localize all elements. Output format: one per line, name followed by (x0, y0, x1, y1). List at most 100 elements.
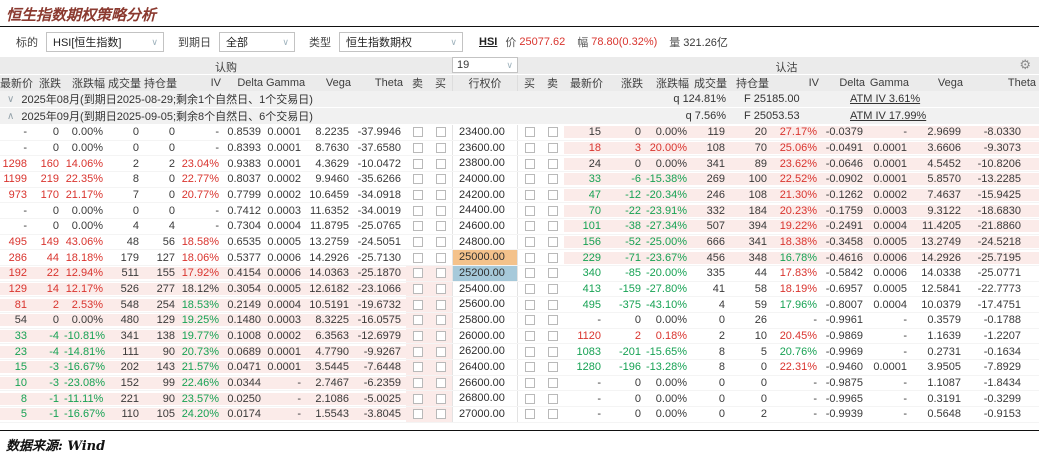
group-atm-iv-link[interactable]: ATM IV 3.61% (850, 93, 920, 105)
sell-checkbox[interactable] (547, 346, 558, 357)
buy-checkbox[interactable] (524, 221, 535, 232)
buy-checkbox[interactable] (435, 158, 446, 169)
buy-checkbox[interactable] (524, 315, 535, 326)
strike-cell[interactable]: 26600.00 (452, 375, 518, 391)
buy-checkbox[interactable] (435, 315, 446, 326)
buy-checkbox[interactable] (524, 362, 535, 373)
strike-cell[interactable]: 26800.00 (452, 391, 518, 407)
buy-checkbox[interactable] (524, 174, 535, 185)
strike-cell[interactable]: 26000.00 (452, 328, 518, 344)
expiry-group-row-sep[interactable]: ∧ 2025年09月(到期日2025-09-05;剩余8个自然日、6个交易日) … (0, 108, 1039, 125)
strike-cell[interactable]: 24600.00 (452, 219, 518, 234)
buy-checkbox[interactable] (435, 299, 446, 310)
buy-checkbox[interactable] (524, 158, 535, 169)
buy-checkbox[interactable] (435, 205, 446, 216)
buy-checkbox[interactable] (435, 284, 446, 295)
strike-cell[interactable]: 25400.00 (452, 281, 518, 297)
buy-checkbox[interactable] (435, 221, 446, 232)
buy-checkbox[interactable] (435, 190, 446, 201)
underlying-select[interactable]: HSI[恒生指数] ∨ (46, 32, 164, 52)
sell-checkbox[interactable] (412, 299, 423, 310)
sell-checkbox[interactable] (412, 362, 423, 373)
sell-checkbox[interactable] (412, 237, 423, 248)
sell-checkbox[interactable] (412, 284, 423, 295)
strike-cell[interactable]: 26400.00 (452, 360, 518, 375)
expiry-select[interactable]: 全部 ∨ (219, 32, 295, 52)
strike-cell[interactable]: 25200.00 (452, 266, 518, 281)
sell-checkbox[interactable] (547, 284, 558, 295)
sell-checkbox[interactable] (412, 252, 423, 263)
sell-checkbox[interactable] (412, 205, 423, 216)
sell-checkbox[interactable] (412, 409, 423, 420)
strike-cell[interactable]: 25800.00 (452, 313, 518, 328)
sell-checkbox[interactable] (412, 315, 423, 326)
sell-checkbox[interactable] (547, 252, 558, 263)
strike-cell[interactable]: 24200.00 (452, 187, 518, 203)
sell-checkbox[interactable] (547, 205, 558, 216)
buy-checkbox[interactable] (524, 205, 535, 216)
sell-checkbox[interactable] (547, 315, 558, 326)
sell-checkbox[interactable] (412, 174, 423, 185)
sell-checkbox[interactable] (412, 268, 423, 279)
sell-checkbox[interactable] (412, 393, 423, 404)
sell-checkbox[interactable] (412, 143, 423, 153)
buy-checkbox[interactable] (435, 143, 446, 153)
sell-checkbox[interactable] (412, 221, 423, 232)
strike-cell[interactable]: 24000.00 (452, 172, 518, 187)
strike-cell[interactable]: 23400.00 (452, 125, 518, 140)
chevron-down-icon[interactable]: ∨ (7, 94, 14, 105)
buy-checkbox[interactable] (435, 362, 446, 373)
type-select[interactable]: 恒生指数期权 ∨ (339, 32, 463, 52)
buy-checkbox[interactable] (435, 331, 446, 342)
group-atm-iv-link[interactable]: ATM IV 17.99% (850, 110, 926, 122)
buy-checkbox[interactable] (524, 378, 535, 389)
buy-checkbox[interactable] (435, 237, 446, 248)
sell-checkbox[interactable] (547, 299, 558, 310)
buy-checkbox[interactable] (435, 346, 446, 357)
buy-checkbox[interactable] (524, 268, 535, 279)
sell-checkbox[interactable] (547, 268, 558, 279)
buy-checkbox[interactable] (524, 252, 535, 263)
expiry-group-row-aug[interactable]: ∨ 2025年08月(到期日2025-08-29;剩余1个自然日、1个交易日) … (0, 91, 1039, 108)
sell-checkbox[interactable] (547, 174, 558, 185)
sell-checkbox[interactable] (547, 362, 558, 373)
buy-checkbox[interactable] (524, 299, 535, 310)
hsi-symbol-link[interactable]: HSI (479, 36, 497, 48)
strike-cell[interactable]: 27000.00 (452, 407, 518, 422)
sell-checkbox[interactable] (412, 190, 423, 201)
strike-cell[interactable]: 25000.00 (452, 250, 518, 266)
sell-checkbox[interactable] (412, 158, 423, 169)
strike-cell[interactable]: 24800.00 (452, 234, 518, 250)
buy-checkbox[interactable] (435, 409, 446, 420)
buy-checkbox[interactable] (524, 331, 535, 342)
buy-checkbox[interactable] (435, 378, 446, 389)
sell-checkbox[interactable] (547, 158, 558, 169)
buy-checkbox[interactable] (524, 237, 535, 248)
buy-checkbox[interactable] (524, 409, 535, 420)
buy-checkbox[interactable] (524, 143, 535, 153)
buy-checkbox[interactable] (524, 190, 535, 201)
sell-checkbox[interactable] (412, 378, 423, 389)
settings-gear-icon[interactable]: ⚙ (1019, 58, 1031, 71)
strike-cell[interactable]: 23600.00 (452, 140, 518, 156)
sell-checkbox[interactable] (547, 409, 558, 420)
strike-cell[interactable]: 25600.00 (452, 297, 518, 313)
sell-checkbox[interactable] (412, 331, 423, 342)
buy-checkbox[interactable] (435, 127, 446, 138)
buy-checkbox[interactable] (524, 284, 535, 295)
sell-checkbox[interactable] (547, 190, 558, 201)
sell-checkbox[interactable] (547, 378, 558, 389)
sell-checkbox[interactable] (547, 127, 558, 138)
sell-checkbox[interactable] (412, 346, 423, 357)
chevron-up-icon[interactable]: ∧ (7, 111, 14, 122)
buy-checkbox[interactable] (435, 393, 446, 404)
sell-checkbox[interactable] (547, 393, 558, 404)
buy-checkbox[interactable] (524, 127, 535, 138)
sell-checkbox[interactable] (412, 127, 423, 138)
buy-checkbox[interactable] (435, 252, 446, 263)
sell-checkbox[interactable] (547, 143, 558, 153)
rows-count-select[interactable]: 19 ∨ (452, 57, 518, 73)
sell-checkbox[interactable] (547, 221, 558, 232)
strike-cell[interactable]: 26200.00 (452, 344, 518, 360)
strike-cell[interactable]: 23800.00 (452, 156, 518, 172)
